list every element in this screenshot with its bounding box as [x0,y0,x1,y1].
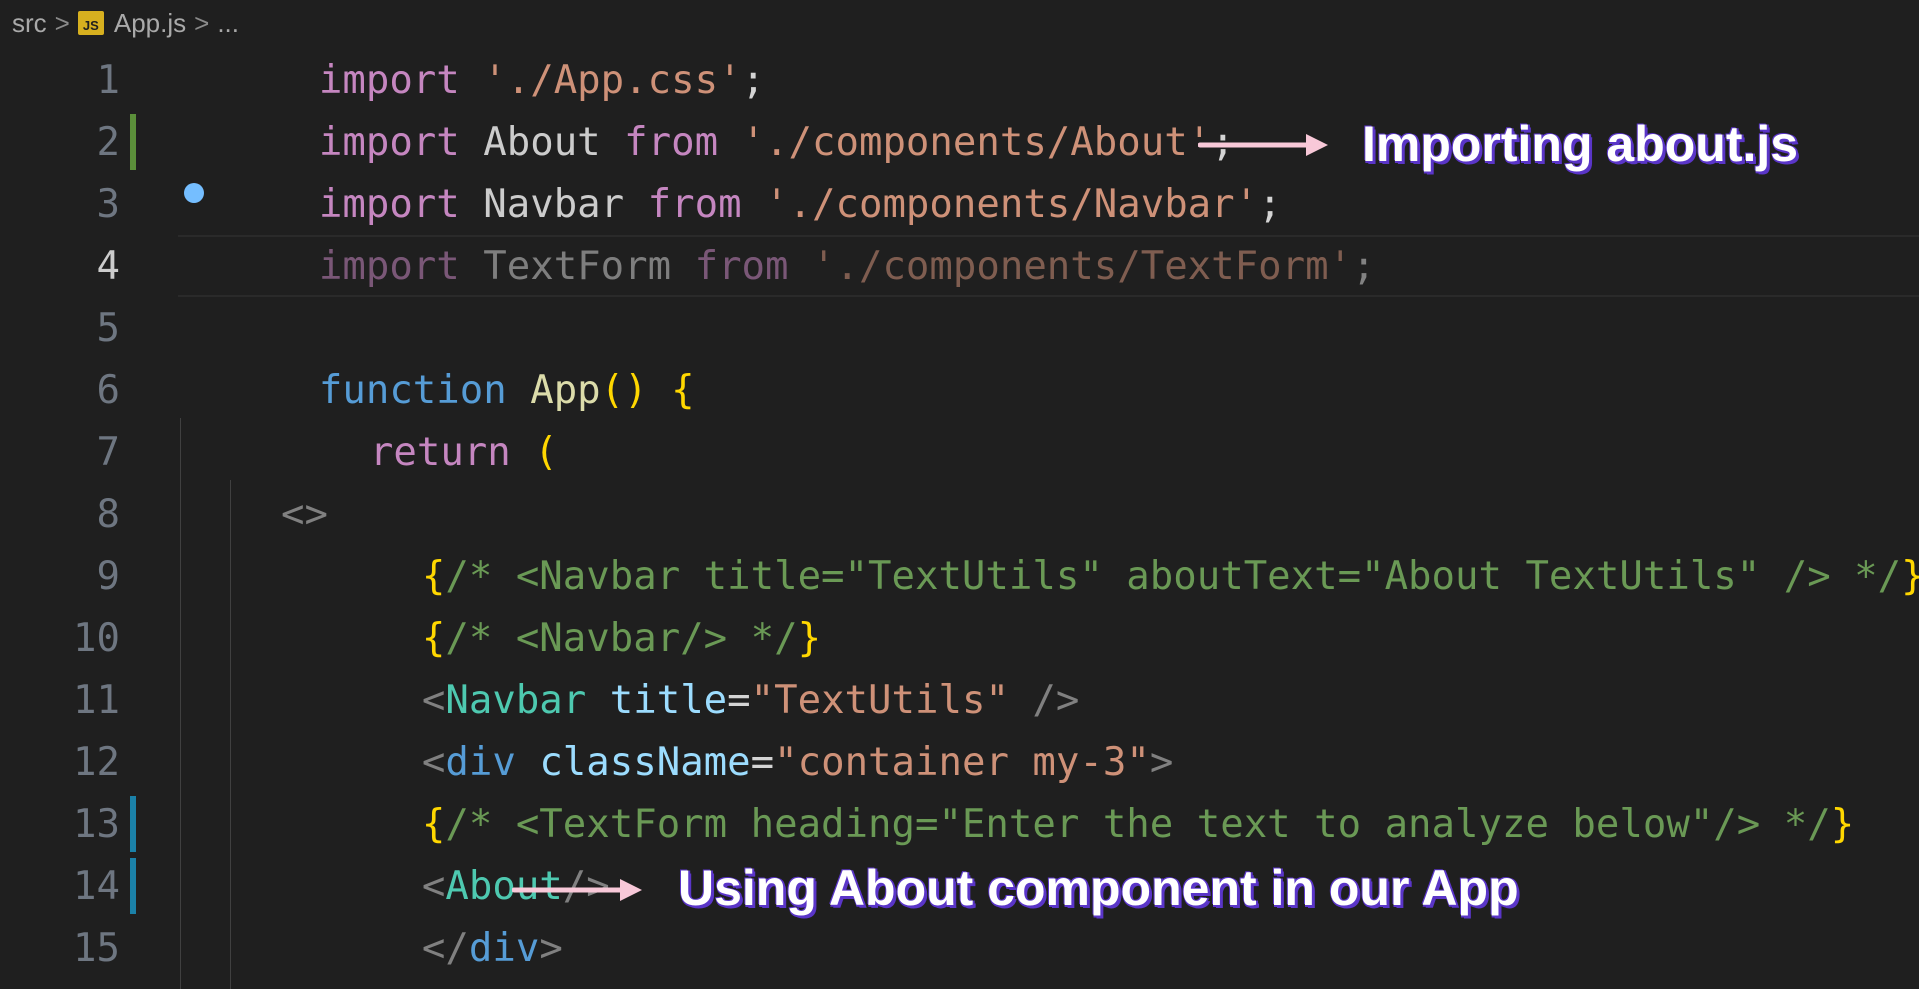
line-number: 7 [96,429,120,475]
tag-bracket: > [539,925,563,971]
code-line[interactable]: 7 return ( [0,421,1919,483]
tag-bracket: </ [421,925,469,971]
identifier: TextForm [483,243,672,289]
breadcrumb-file[interactable]: App.js [114,8,186,39]
line-number: 6 [96,367,120,413]
line-number: 1 [96,57,120,103]
line-number: 11 [73,677,120,723]
line-number: 2 [96,119,120,165]
arrow-right-icon [1198,134,1328,156]
string-literal: './components/TextForm' [812,243,1353,289]
javascript-file-icon: JS [77,11,104,35]
parentheses: () [600,367,648,413]
keyword: return [369,429,511,475]
brace: { [671,367,695,413]
line-number: 3 [96,181,120,227]
line-number: 13 [73,801,120,847]
chevron-right-icon: > [194,7,210,38]
line-number: 10 [73,615,120,661]
arrow-right-icon [512,879,642,901]
annotation-usage-note: Using About component in our App [678,860,1519,916]
breadcrumb-folder[interactable]: src [12,8,47,39]
line-number: 14 [73,863,120,909]
breadcrumb: src > JS App.js > ... [0,0,1919,46]
chevron-right-icon: > [54,7,70,38]
annotation-import-note: Importing about.js [1362,116,1799,172]
code-editor[interactable]: 1 import './App.css'; 2 import About fro… [0,46,1919,989]
breadcrumb-more[interactable]: ... [217,8,239,39]
parenthesis: ( [534,429,558,475]
git-modified-marker [130,114,136,170]
line-number: 12 [73,739,120,785]
git-modified-marker [130,796,136,852]
jsx-brace: } [1830,801,1855,847]
line-number: 5 [96,305,120,351]
jsx-brace: } [1901,554,1919,599]
line-number: 8 [96,491,120,537]
jsx-tag: div [468,925,540,971]
punctuation: ; [1352,243,1376,289]
line-number: 15 [73,925,120,971]
keyword: import [318,243,460,289]
line-number: 9 [96,553,120,599]
code-line-current[interactable]: 4 import TextForm from './components/Tex… [0,235,1919,297]
comment: /* <TextForm heading="Enter the text to … [445,801,1831,847]
keyword: from [694,243,789,289]
line-number: 4 [96,243,120,289]
code-line[interactable]: 15 </div> [0,917,1919,979]
git-modified-marker [130,858,136,914]
